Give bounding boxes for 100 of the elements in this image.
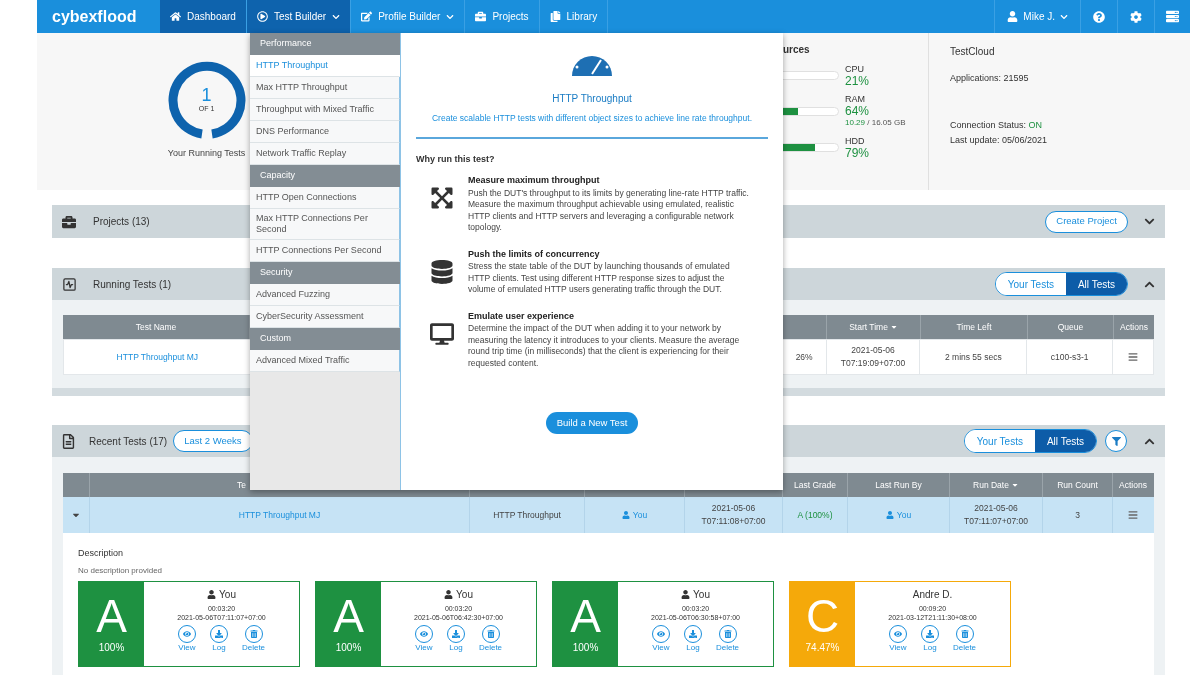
trash-icon xyxy=(249,629,258,638)
run-action-button[interactable]: Delete xyxy=(241,624,266,653)
table-cell: 2021-05-06 T07:11:08+07:00 xyxy=(701,502,766,528)
eye-icon xyxy=(419,629,428,638)
run-user: You xyxy=(693,587,710,602)
table-cell: 2 mins 55 secs xyxy=(944,350,1002,364)
column-header: Time Left xyxy=(956,320,992,334)
menu-group-header: Capacity xyxy=(250,165,400,187)
table-cell: HTTP Throughput xyxy=(493,508,561,522)
filter-tab[interactable]: All Tests xyxy=(1065,273,1127,295)
section-heading: Why run this test? xyxy=(416,152,495,166)
table-cell: 2021-05-06 T07:19:09+07:00 xyxy=(840,344,906,370)
menu-item[interactable]: Max HTTP Throughput xyxy=(250,77,400,99)
reason-text: Push the DUT's throughput to its limits by generating line-rate HTTP traffic. Measure the maximum throughput achievable using emulated, realistic HTTP clients and HTTP servers and leveraging a configurable network topology. xyxy=(468,187,750,234)
menu-item[interactable]: HTTP Connections Per Second xyxy=(250,240,400,262)
run-action-button[interactable]: Delete xyxy=(478,624,503,653)
reason-text: Determine the impact of the DUT when adding it to your network by measuring the latency it introduces to your clients. Measure the average round trip time (in milliseconds) that the client is experiencing for their requested content. xyxy=(468,323,741,370)
last-update: Last update: 05/06/2021 xyxy=(950,134,1048,147)
user-icon xyxy=(885,511,894,519)
table-cell: 26% xyxy=(795,350,813,364)
settings-icon xyxy=(1130,10,1142,23)
eye-icon xyxy=(893,629,902,638)
menu-item[interactable]: Max HTTP Connections Per Second xyxy=(250,209,400,240)
meter-name: CPU xyxy=(845,63,865,75)
running-label: Your Running Tests xyxy=(167,147,246,160)
section-title: Projects (13) xyxy=(93,215,150,229)
grade-score: 100% xyxy=(98,641,125,655)
connection-status: Connection Status: ON xyxy=(950,118,1044,132)
test-subtitle: Create scalable HTTP tests with different object sizes to achieve line rate throughput. xyxy=(432,112,752,125)
download-icon xyxy=(688,629,697,638)
download-icon xyxy=(214,629,223,638)
menu-icon[interactable] xyxy=(1128,510,1138,520)
grade-letter: C xyxy=(805,592,840,640)
nav-tab[interactable]: Dashboard xyxy=(160,0,247,33)
meter-detail: 10.29 / 16.05 GB xyxy=(845,117,906,129)
grade-letter: A xyxy=(333,592,364,640)
filter-button[interactable] xyxy=(1105,430,1127,452)
grade-letter: A xyxy=(570,592,601,640)
filter-tab[interactable]: All Tests xyxy=(1034,430,1096,452)
testcloud-title: TestCloud xyxy=(950,45,996,59)
database-icon xyxy=(430,259,454,284)
help-icon xyxy=(1093,10,1105,23)
meter-reading: 64% xyxy=(845,105,871,117)
run-action-button[interactable]: Delete xyxy=(715,624,740,653)
column-header: Run Count xyxy=(1057,478,1098,492)
download-icon xyxy=(925,629,934,638)
meter-name: RAM xyxy=(845,93,866,105)
create-project-button[interactable]: Create Project xyxy=(1045,210,1128,233)
caret-icon xyxy=(1060,12,1068,21)
copy-icon xyxy=(549,11,561,22)
user-icon xyxy=(621,511,630,519)
menu-group-header: Performance xyxy=(250,33,400,55)
home-icon xyxy=(170,11,181,22)
column-header: Last Grade xyxy=(793,478,837,492)
column-header: Queue xyxy=(1057,320,1084,334)
menu-group-header: Security xyxy=(250,262,400,284)
filter-icon xyxy=(1111,436,1121,446)
resources-title: urces xyxy=(783,43,811,57)
menu-icon[interactable] xyxy=(1128,352,1139,362)
table-cell: 2021-05-06 T07:11:07+07:00 xyxy=(964,502,1028,528)
column-header: Actions xyxy=(1120,320,1148,334)
menu-item[interactable]: CyberSecurity Assessment xyxy=(250,306,400,328)
user-icon xyxy=(1007,11,1019,22)
reason-title: Push the limits of concurrency xyxy=(468,247,601,261)
meter-reading: 79% xyxy=(845,147,870,159)
nav-tab[interactable]: Test Builder xyxy=(246,0,352,33)
menu-item[interactable]: DNS Performance xyxy=(250,121,400,143)
user-link[interactable]: You xyxy=(896,508,912,522)
menu-item[interactable]: HTTP Throughput xyxy=(250,55,400,77)
expand-icon[interactable] xyxy=(1144,216,1155,227)
activity-icon xyxy=(62,276,77,292)
menu-item[interactable]: Advanced Mixed Traffic xyxy=(250,350,400,372)
column-header[interactable]: Start Time xyxy=(849,320,898,334)
grade-score: 74.47% xyxy=(805,641,840,655)
menu-item[interactable]: Network Traffic Replay xyxy=(250,143,400,165)
user-link[interactable]: You xyxy=(632,508,648,522)
run-action-button[interactable]: Delete xyxy=(952,624,977,653)
period-filter[interactable]: Last 2 Weeks xyxy=(173,430,253,452)
edit-icon xyxy=(361,11,373,22)
meter-reading: 21% xyxy=(845,75,870,87)
test-link[interactable]: HTTP Throughput MJ xyxy=(116,350,199,364)
download-icon xyxy=(451,629,460,638)
test-title: HTTP Throughput xyxy=(552,92,632,106)
menu-item[interactable]: HTTP Open Connections xyxy=(250,187,400,209)
build-test-button[interactable]: Build a New Test xyxy=(545,412,639,434)
test-link[interactable]: HTTP Throughput MJ xyxy=(238,508,321,522)
section-title: Running Tests (1) xyxy=(93,277,172,292)
reason-title: Emulate user experience xyxy=(468,309,576,323)
trash-icon xyxy=(723,629,732,638)
server-icon xyxy=(1165,10,1180,23)
menu-item[interactable]: Throughput with Mixed Traffic xyxy=(250,99,400,121)
menu-group-header: Custom xyxy=(250,328,400,350)
grade-score: 100% xyxy=(572,641,599,655)
running-count: 1 xyxy=(201,85,212,104)
menu-item[interactable]: Advanced Fuzzing xyxy=(250,284,400,306)
grade-score: 100% xyxy=(335,641,362,655)
arrows-icon xyxy=(430,186,454,211)
column-header[interactable]: Run Date xyxy=(973,478,1019,492)
table-cell: c100-s3-1 xyxy=(1050,350,1089,364)
logo[interactable]: cybexflood xyxy=(37,4,160,29)
